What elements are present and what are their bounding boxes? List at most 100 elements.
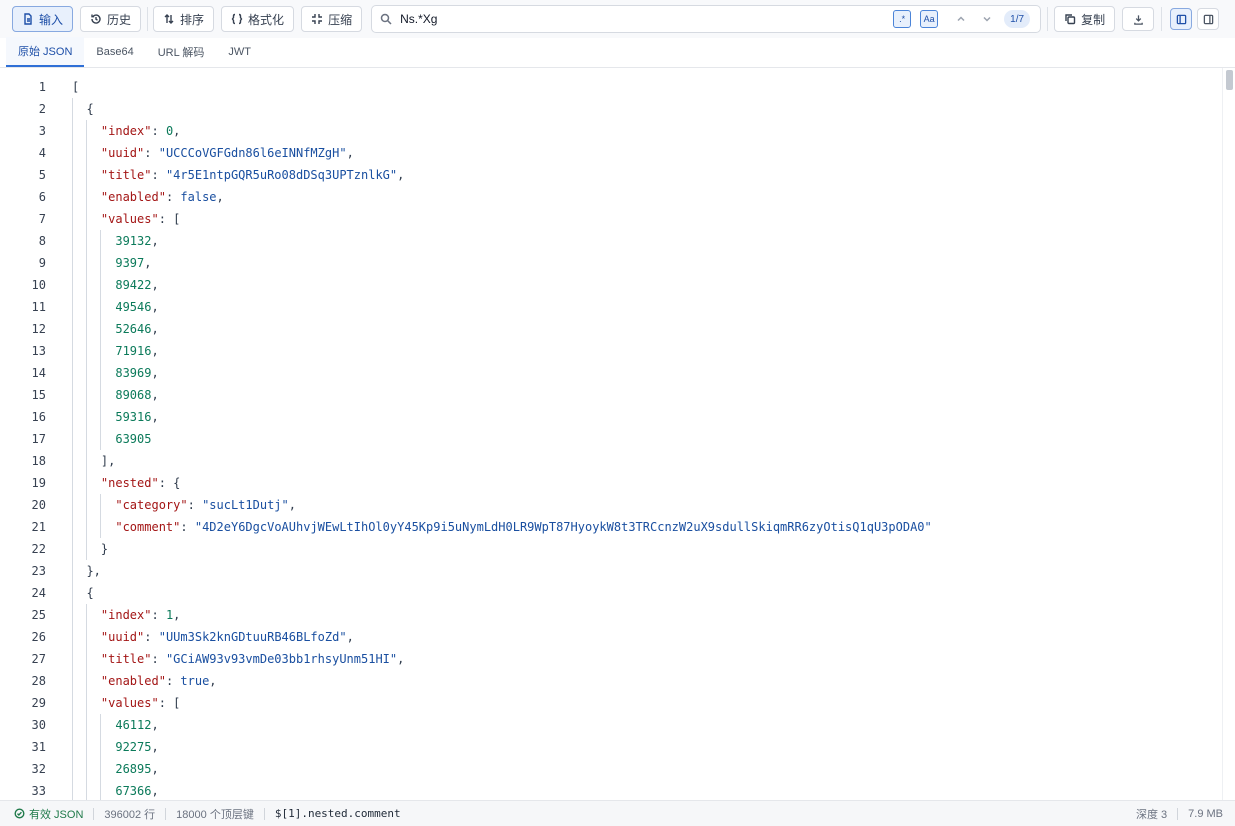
code-line[interactable]: 15 89068, (0, 384, 1222, 406)
status-divider (93, 807, 95, 820)
code-token: { (72, 102, 94, 116)
input-button[interactable]: 输入 (12, 6, 74, 32)
sort-button[interactable]: 排序 (153, 6, 215, 32)
code-line[interactable]: 30 46112, (0, 714, 1222, 736)
code-token: , (144, 256, 152, 270)
code-line[interactable]: 5 "title": "4r5E1ntpGQR5uRo08dDSq3UPTznl… (0, 164, 1222, 186)
panel-left-icon (1176, 14, 1186, 24)
code-line[interactable]: 8 39132, (0, 230, 1222, 252)
chevron-up-icon (957, 16, 965, 22)
tab-base64[interactable]: Base64 (84, 37, 145, 67)
code-line[interactable]: 12 52646, (0, 318, 1222, 340)
json-editor[interactable]: 1[2 {3 "index": 0, 4 "uuid": "UCCCoVGFGdn… (0, 76, 1222, 800)
search-input[interactable]: Ns.*Xg (400, 12, 886, 26)
code-text: "uuid": "UUm3Sk2knGDtuuRB46BLfoZd", (72, 626, 354, 648)
code-line[interactable]: 10 89422, (0, 274, 1222, 296)
status-divider (1177, 807, 1179, 820)
code-token: 46112 (115, 718, 152, 732)
code-token: : (151, 168, 166, 182)
tab-raw-json[interactable]: 原始 JSON (6, 37, 85, 67)
tab-url-decode[interactable]: URL 解码 (146, 37, 217, 67)
code-line[interactable]: 6 "enabled": false, (0, 186, 1222, 208)
match-case-toggle[interactable]: Aa (920, 10, 939, 28)
next-match-button[interactable] (976, 10, 998, 28)
code-token: "category" (115, 498, 188, 512)
minimize-icon (312, 14, 323, 24)
code-line[interactable]: 28 "enabled": true, (0, 670, 1222, 692)
tab-jwt[interactable]: JWT (216, 37, 263, 67)
code-line[interactable]: 24 { (0, 582, 1222, 604)
code-text: 39132, (72, 230, 158, 252)
code-line[interactable]: 29 "values": [ (0, 692, 1222, 714)
code-line[interactable]: 19 "nested": { (0, 472, 1222, 494)
code-text: "values": [ (72, 692, 180, 714)
code-text: "enabled": true, (72, 670, 217, 692)
code-line[interactable]: 9 9397, (0, 252, 1222, 274)
previous-match-button[interactable] (950, 10, 972, 28)
code-line[interactable]: 31 92275, (0, 736, 1222, 758)
code-token: , (151, 718, 159, 732)
code-token: "sucLt1Dutj" (202, 498, 289, 512)
copy-button[interactable]: 复制 (1054, 6, 1116, 32)
code-token: : (165, 190, 181, 204)
code-token: , (346, 146, 354, 160)
toolbar-divider (1047, 7, 1049, 31)
history-button[interactable]: 历史 (80, 6, 142, 32)
code-token: , (173, 124, 181, 138)
code-line[interactable]: 20 "category": "sucLt1Dutj", (0, 494, 1222, 516)
code-line[interactable]: 18 ], (0, 450, 1222, 472)
code-token: "title" (100, 168, 152, 182)
code-line[interactable]: 13 71916, (0, 340, 1222, 362)
code-line[interactable]: 3 "index": 0, (0, 120, 1222, 142)
code-line[interactable]: 14 83969, (0, 362, 1222, 384)
code-line[interactable]: 22 } (0, 538, 1222, 560)
code-token: , (216, 190, 224, 204)
code-line[interactable]: 7 "values": [ (0, 208, 1222, 230)
line-number: 13 (31, 344, 46, 358)
line-number: 14 (31, 366, 46, 380)
code-token: 63905 (115, 432, 152, 446)
history-button-label: 历史 (107, 12, 132, 27)
code-line[interactable]: 2 { (0, 98, 1222, 120)
code-line[interactable]: 1[ (0, 76, 1222, 98)
code-line[interactable]: 21 "comment": "4D2eY6DgcVoAUhvjWEwLtIhOl… (0, 516, 1222, 538)
regex-toggle[interactable]: .* (893, 10, 912, 28)
code-line[interactable]: 23 }, (0, 560, 1222, 582)
file-icon (24, 13, 32, 25)
line-number: 8 (38, 234, 46, 248)
code-line[interactable]: 27 "title": "GCiAW93v93vmDe03bb1rhsyUnm5… (0, 648, 1222, 670)
code-line[interactable]: 11 49546, (0, 296, 1222, 318)
code-line[interactable]: 33 67366, (0, 780, 1222, 800)
code-text: 26895, (72, 758, 158, 780)
right-panel-toggle[interactable] (1197, 8, 1220, 30)
compress-button[interactable]: 压缩 (301, 6, 363, 32)
code-line[interactable]: 26 "uuid": "UUm3Sk2knGDtuuRB46BLfoZd", (0, 626, 1222, 648)
code-line[interactable]: 25 "index": 1, (0, 604, 1222, 626)
scrollbar-thumb[interactable] (1226, 70, 1233, 90)
code-line[interactable]: 17 63905 (0, 428, 1222, 450)
code-line[interactable]: 4 "uuid": "UCCCoVGFGdn86l6eINNfMZgH", (0, 142, 1222, 164)
search-box[interactable]: Ns.*Xg .* Aa 1/7 (371, 5, 1042, 33)
download-button[interactable] (1122, 7, 1155, 31)
code-text: 59316, (72, 406, 158, 428)
format-button[interactable]: 格式化 (221, 6, 295, 32)
code-line[interactable]: 16 59316, (0, 406, 1222, 428)
line-number: 1 (38, 80, 46, 94)
code-token: 92275 (115, 740, 152, 754)
code-text: 52646, (72, 318, 158, 340)
left-panel-toggle[interactable] (1170, 8, 1193, 30)
depth-indicator: 深度 3 (1135, 808, 1168, 821)
line-number: 18 (31, 454, 46, 468)
code-line[interactable]: 32 26895, (0, 758, 1222, 780)
vertical-scrollbar[interactable] (1222, 68, 1235, 800)
line-number: 20 (31, 498, 46, 512)
